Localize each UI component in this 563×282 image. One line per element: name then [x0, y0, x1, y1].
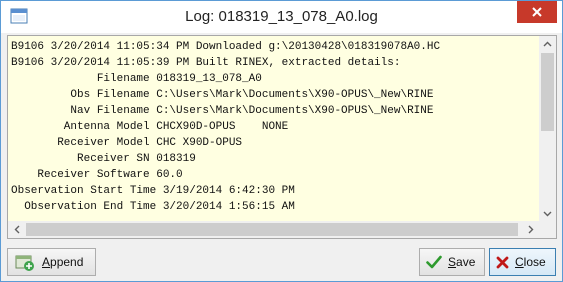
save-button[interactable]: Save	[419, 248, 485, 276]
window-close-button[interactable]	[517, 1, 557, 23]
red-x-icon	[496, 256, 509, 269]
vertical-scroll-thumb[interactable]	[541, 53, 554, 131]
append-document-icon	[14, 252, 36, 272]
log-line: Observation Start Time 3/19/2014 6:42:30…	[11, 185, 295, 197]
log-line: Receiver Software 60.0	[11, 169, 183, 181]
log-line: Receiver Model CHC X90D-OPUS	[11, 137, 243, 149]
vertical-scrollbar[interactable]	[539, 36, 556, 222]
title-bar[interactable]: Log: 018319_13_078_A0.log	[1, 1, 562, 33]
close-button-label: Close	[515, 255, 546, 269]
save-button-label: Save	[448, 255, 476, 269]
scroll-up-button[interactable]	[539, 36, 556, 52]
log-line: Filename 018319_13_078_A0	[11, 73, 262, 85]
green-checkmark-icon	[426, 255, 442, 269]
append-button[interactable]: Append	[7, 248, 96, 276]
window-title: Log: 018319_13_078_A0.log	[185, 8, 378, 25]
log-line: Observation End Time 3/20/2014 1:56:15 A…	[11, 201, 295, 213]
log-line: Obs Filename C:\Users\Mark\Documents\X90…	[11, 89, 434, 101]
log-line: B9106 3/20/2014 11:05:39 PM Built RINEX,…	[11, 57, 401, 69]
chevron-left-icon	[14, 225, 19, 234]
log-line: Antenna Model CHCX90D-OPUS NONE	[11, 121, 289, 133]
scroll-right-button[interactable]	[522, 221, 539, 238]
scroll-left-button[interactable]	[8, 221, 25, 238]
log-line: B9106 3/20/2014 11:05:34 PM Downloaded g…	[11, 41, 441, 53]
horizontal-scrollbar[interactable]	[8, 221, 539, 238]
log-line: Nav Filename C:\Users\Mark\Documents\X90…	[11, 105, 434, 117]
scrollbar-corner	[539, 221, 556, 238]
chevron-right-icon	[528, 225, 533, 234]
log-line: Receiver SN 018319	[11, 153, 196, 165]
log-window: Log: 018319_13_078_A0.log B9106 3/20/201…	[0, 0, 563, 282]
chevron-up-icon	[543, 41, 552, 47]
close-button[interactable]: Close	[489, 248, 556, 276]
scroll-down-button[interactable]	[539, 206, 556, 222]
log-lines: B9106 3/20/2014 11:05:34 PM Downloaded g…	[11, 39, 539, 223]
chevron-down-icon	[543, 211, 552, 217]
horizontal-scroll-thumb[interactable]	[26, 223, 518, 236]
append-button-label: Append	[42, 255, 84, 269]
close-icon	[532, 7, 542, 17]
log-text-area[interactable]: B9106 3/20/2014 11:05:34 PM Downloaded g…	[7, 35, 557, 239]
